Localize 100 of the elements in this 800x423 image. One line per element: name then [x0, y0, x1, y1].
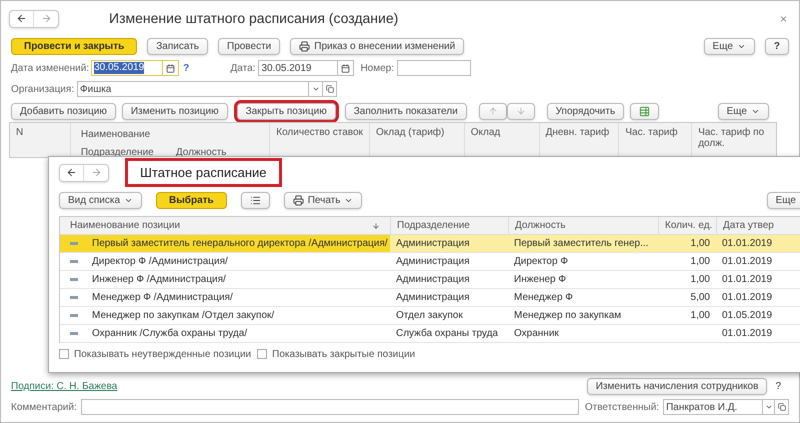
- column-header: Дата утвер: [723, 219, 774, 233]
- table-cell-text: 5,00: [690, 291, 710, 305]
- item-icon: [70, 278, 78, 281]
- move-up-button[interactable]: [478, 102, 507, 120]
- sort-arrow-icon: [372, 222, 380, 230]
- calendar-button[interactable]: [338, 60, 354, 76]
- table-settings-button[interactable]: [630, 102, 660, 120]
- open-button[interactable]: [775, 399, 789, 415]
- column-header: Должность: [515, 219, 566, 233]
- field-label: Номер:: [360, 62, 394, 76]
- date-field[interactable]: 30.05.2019: [258, 60, 338, 76]
- table-cell-text: Администрация: [396, 291, 470, 305]
- down-arrow-icon: [516, 106, 526, 116]
- table-cell-text: Первый заместитель генерального директора /Администрация/: [92, 237, 388, 251]
- toolbar-button[interactable]: Провести: [218, 38, 280, 54]
- forward-icon: [90, 167, 102, 178]
- column-header: N: [15, 126, 24, 140]
- item-icon: [70, 260, 78, 263]
- table-cell-text: Администрация: [396, 273, 470, 287]
- table-cell-text: Отдел закупок: [396, 309, 463, 323]
- print-button[interactable]: Печать: [284, 192, 362, 208]
- position-button[interactable]: Изменить позицию: [122, 102, 228, 120]
- move-down-button[interactable]: [506, 102, 535, 120]
- more-button[interactable]: Еще: [718, 102, 769, 120]
- table-cell-text: Директор Ф: [514, 255, 568, 269]
- calendar-button[interactable]: [163, 60, 180, 76]
- list-row[interactable]: Первый заместитель генерального директора /Администрация/ Администрация Первый заместитель генер... 1,00 01.01.2019: [60, 235, 800, 253]
- table-cell-text: Менеджер Ф /Администрация/: [92, 291, 233, 305]
- item-icon: [70, 332, 78, 335]
- table-cell-text: Менеджер Ф: [514, 291, 573, 305]
- position-button[interactable]: Заполнить показатели: [344, 102, 467, 120]
- column-header: Подразделение: [80, 146, 155, 160]
- checkbox[interactable]: [59, 349, 69, 359]
- number-field[interactable]: [397, 60, 471, 76]
- calendar-icon: [166, 64, 176, 72]
- accruals-button[interactable]: Изменить начисления сотрудников: [586, 378, 768, 394]
- open-icon: [778, 403, 786, 411]
- table-cell-text: 01.01.2019: [722, 327, 772, 341]
- column-header: Наименование: [80, 128, 152, 142]
- open-icon: [326, 85, 334, 93]
- caret-icon: [764, 403, 773, 411]
- back-icon: [66, 167, 77, 178]
- toolbar-button[interactable]: Приказ о внесении изменений: [290, 38, 464, 54]
- select-button[interactable]: Выбрать: [156, 192, 227, 208]
- signatures-link[interactable]: Подписи: С. Н. Бажева: [11, 378, 118, 394]
- field-label: Дата:: [230, 62, 256, 76]
- table-cell-text: Инженер Ф /Администрация/: [92, 273, 226, 287]
- column-header: Колич. ед.: [665, 219, 712, 233]
- field-label: Дата изменений:: [11, 62, 90, 76]
- toolbar-button[interactable]: Провести и закрыть: [11, 38, 138, 54]
- table-cell-text: 1,00: [690, 237, 710, 251]
- table-cell-text: 1,00: [690, 255, 710, 269]
- position-button[interactable]: Закрыть позицию: [236, 102, 336, 120]
- toolbar-button[interactable]: Записать: [147, 38, 208, 54]
- organization-field[interactable]: Фишка: [77, 81, 309, 97]
- table-cell-text: Охранник /Служба охраны труда/: [92, 327, 248, 341]
- help-button[interactable]: ?: [764, 38, 789, 54]
- table-cell-text: Инженер Ф: [514, 273, 566, 287]
- calendar-icon: [341, 64, 350, 72]
- more-button[interactable]: Еще: [766, 192, 800, 208]
- table-cell-text: Администрация: [396, 255, 470, 269]
- table-cell-text: 01.01.2019: [722, 291, 772, 305]
- help-hint[interactable]: ?: [183, 60, 190, 76]
- checkbox-label: Показывать закрытые позиции: [272, 348, 416, 362]
- table-cell-text: Администрация: [396, 237, 470, 251]
- window-title: Изменение штатного расписания (создание): [109, 9, 398, 28]
- column-header: Подразделение: [397, 219, 470, 233]
- table-icon: [639, 106, 650, 116]
- view-button[interactable]: Вид списка: [59, 192, 142, 208]
- caret-icon: [312, 85, 320, 93]
- back-icon: [16, 13, 27, 24]
- column-header: Наименование позиции: [70, 219, 180, 233]
- sort-button[interactable]: Упорядочить: [546, 102, 624, 120]
- table-cell-text: 01.01.2019: [722, 237, 772, 251]
- table-cell-text: 01.01.2019: [722, 273, 772, 287]
- forward-icon: [40, 13, 52, 24]
- table-cell-text: Охранник: [514, 327, 559, 341]
- open-button[interactable]: [323, 81, 337, 97]
- list-window-title: Штатное расписание: [125, 158, 282, 188]
- list-button[interactable]: [240, 192, 270, 208]
- comment-field[interactable]: [80, 399, 579, 415]
- printer-icon: [299, 40, 310, 52]
- table-cell-text: Первый заместитель генер...: [514, 237, 648, 251]
- item-icon: [70, 242, 78, 245]
- item-icon: [70, 314, 78, 317]
- responsible-field[interactable]: Панкратов И.Д.: [663, 399, 764, 415]
- table-cell-text: 1,00: [690, 273, 710, 287]
- date-field[interactable]: 30.05.2019: [91, 60, 164, 76]
- close-button[interactable]: ×: [780, 10, 787, 28]
- up-arrow-icon: [488, 106, 498, 116]
- more-button[interactable]: Еще: [704, 38, 755, 54]
- field-label: Комментарий:: [11, 400, 78, 414]
- checkbox[interactable]: [257, 349, 268, 359]
- table-cell-text: 01.05.2019: [722, 309, 772, 323]
- checkbox-label: Показывать неутвержденные позиции: [74, 348, 252, 362]
- table-cell-text: Директор Ф /Администрация/: [92, 255, 228, 269]
- table-cell-text: Менеджер по закупкам /Отдел закупок/: [92, 309, 274, 323]
- position-button[interactable]: Добавить позицию: [11, 102, 116, 120]
- help-hint[interactable]: ?: [775, 378, 781, 394]
- field-label: Организация:: [11, 82, 76, 96]
